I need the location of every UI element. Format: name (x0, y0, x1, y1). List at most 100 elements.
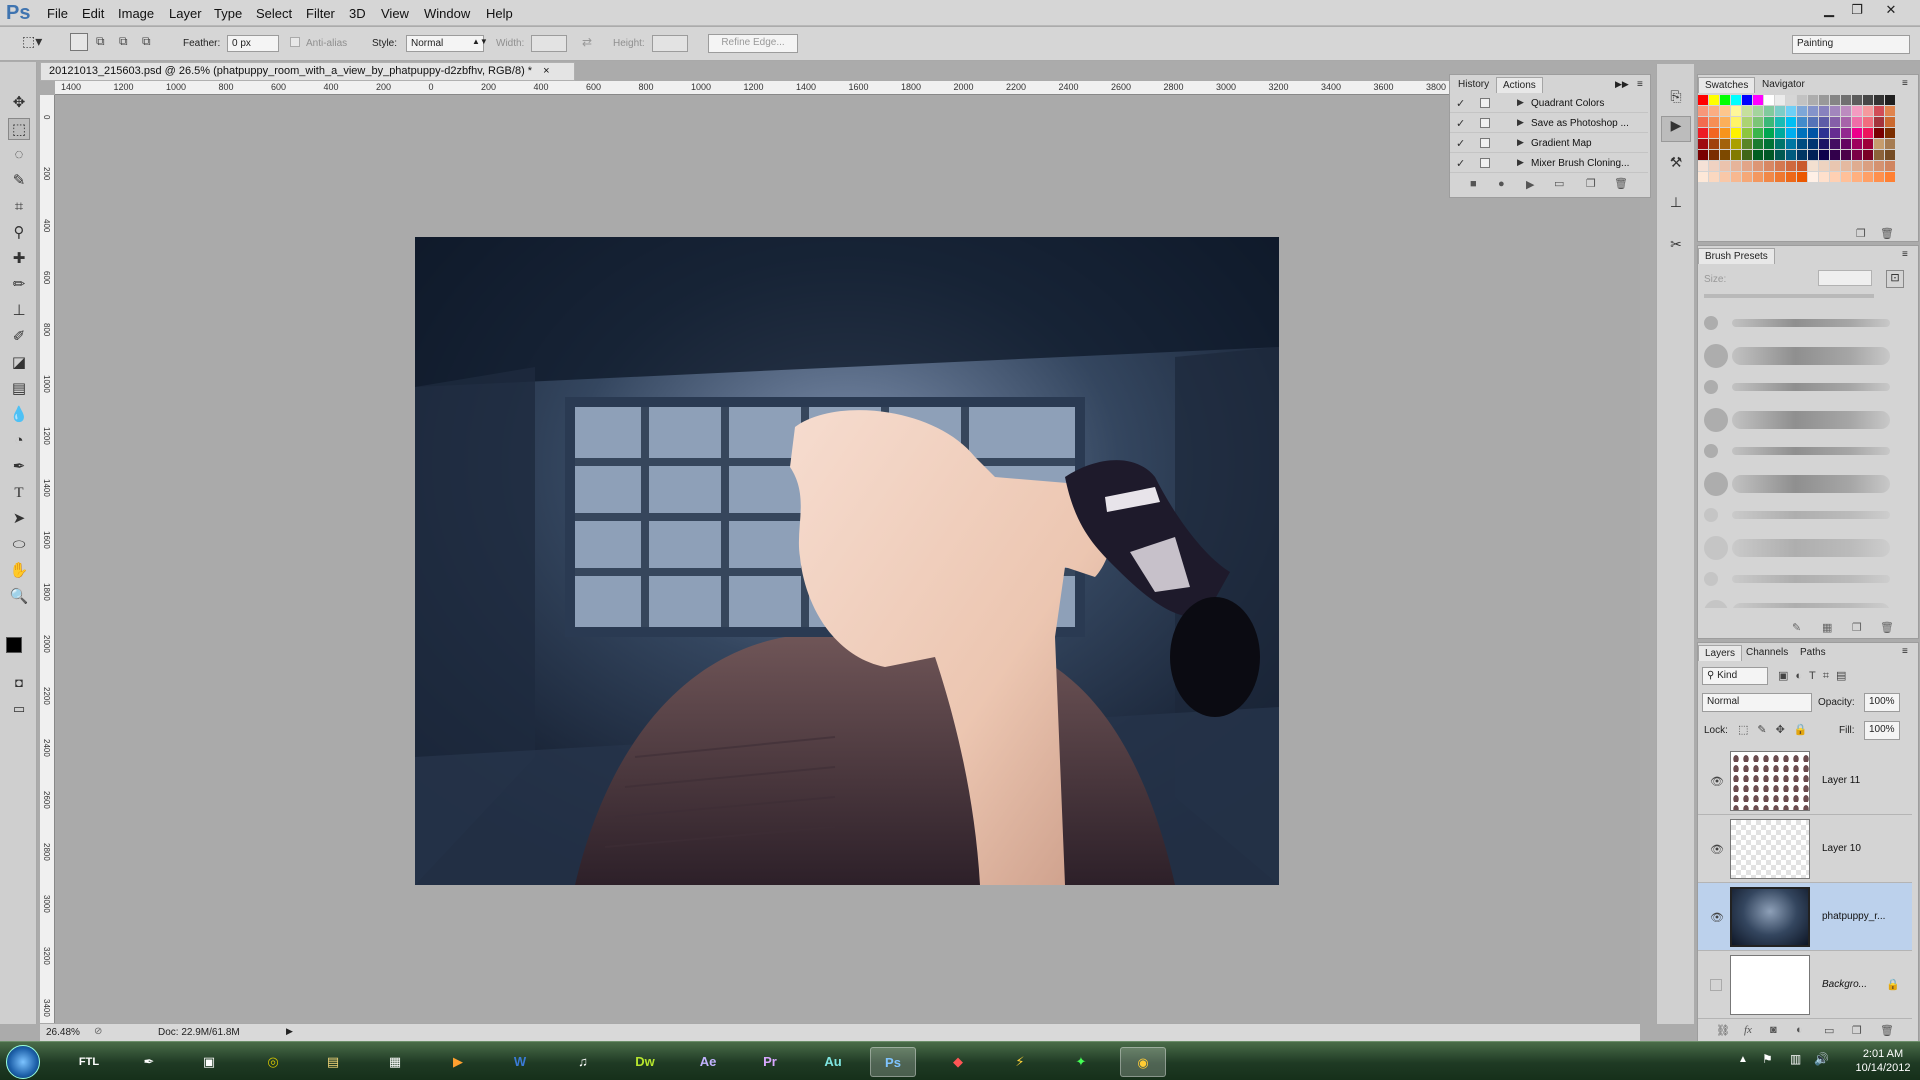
color-swatch[interactable] (1852, 128, 1862, 138)
color-swatch[interactable] (1841, 106, 1851, 116)
color-swatch[interactable] (1797, 161, 1807, 171)
filter-icons[interactable]: ▣◐T⌗▤ (1778, 669, 1853, 683)
color-swatch[interactable] (1841, 95, 1851, 105)
color-swatch[interactable] (1808, 128, 1818, 138)
color-swatch[interactable] (1731, 106, 1741, 116)
color-swatch[interactable] (1753, 150, 1763, 160)
color-swatch[interactable] (1863, 161, 1873, 171)
actions-menu-icon[interactable]: ≡ (1637, 79, 1643, 90)
color-swatch[interactable] (1874, 150, 1884, 160)
color-swatch[interactable] (1841, 117, 1851, 127)
color-swatch[interactable] (1874, 117, 1884, 127)
menu-select[interactable]: Select (256, 6, 292, 21)
color-swatch[interactable] (1852, 150, 1862, 160)
color-swatch[interactable] (1709, 106, 1719, 116)
color-swatch[interactable] (1808, 117, 1818, 127)
color-swatch[interactable] (1698, 150, 1708, 160)
taskbar-media-icon[interactable]: ▶ (435, 1047, 481, 1077)
layer-item-layer-10[interactable]: 👁 Layer 10 (1698, 815, 1912, 883)
swatches-menu-icon[interactable]: ≡ (1902, 78, 1908, 89)
color-swatch[interactable] (1797, 106, 1807, 116)
type-tool-icon[interactable]: T (8, 482, 30, 504)
color-swatch[interactable] (1720, 161, 1730, 171)
expand-arrow-icon[interactable]: ▶ (1517, 117, 1524, 128)
color-swatch[interactable] (1819, 117, 1829, 127)
brush-dock-icon[interactable]: ⚒ (1661, 154, 1691, 180)
color-swatch[interactable] (1808, 106, 1818, 116)
color-swatch[interactable] (1775, 139, 1785, 149)
minimize-icon[interactable]: ▁ (1818, 2, 1840, 20)
color-swatch[interactable] (1731, 128, 1741, 138)
color-swatch[interactable] (1830, 150, 1840, 160)
color-swatch[interactable] (1885, 106, 1895, 116)
menu-filter[interactable]: Filter (306, 6, 335, 21)
action-item-gradient-map[interactable]: ✓ ▶ Gradient Map (1450, 133, 1648, 153)
menu-layer[interactable]: Layer (169, 6, 202, 21)
color-swatch[interactable] (1709, 161, 1719, 171)
color-swatch[interactable] (1841, 139, 1851, 149)
brush-preset[interactable] (1700, 596, 1900, 608)
color-swatch[interactable] (1819, 95, 1829, 105)
visibility-eye-icon[interactable]: 👁 (1710, 843, 1724, 856)
action-item-quadrant-colors[interactable]: ✓ ▶ Quadrant Colors (1450, 93, 1648, 113)
color-swatch[interactable] (1775, 150, 1785, 160)
marquee-tool-icon[interactable]: ⬚ (8, 118, 30, 140)
color-swatch[interactable] (1786, 128, 1796, 138)
color-swatch[interactable] (1786, 172, 1796, 182)
color-swatch[interactable] (1764, 128, 1774, 138)
color-swatch[interactable] (1720, 139, 1730, 149)
color-swatch[interactable] (1874, 161, 1884, 171)
feather-input[interactable]: 0 px (227, 35, 279, 52)
menu-help[interactable]: Help (486, 6, 513, 21)
color-swatch[interactable] (1720, 172, 1730, 182)
foreground-color-swatch[interactable] (6, 637, 22, 653)
taskbar-premiere[interactable]: Pr (747, 1047, 793, 1077)
toggle-brush-icon[interactable]: ✎ (1792, 621, 1801, 634)
color-swatch[interactable] (1764, 139, 1774, 149)
menu-type[interactable]: Type (214, 6, 242, 21)
taskbar-after-effects[interactable]: Ae (685, 1047, 731, 1077)
color-swatch[interactable] (1885, 139, 1895, 149)
color-swatch[interactable] (1731, 117, 1741, 127)
color-swatch[interactable] (1852, 161, 1862, 171)
color-swatch[interactable] (1731, 161, 1741, 171)
link-layers-icon[interactable]: ⛓ (1716, 1024, 1730, 1037)
menu-file[interactable]: File (47, 6, 68, 21)
color-swatch[interactable] (1885, 128, 1895, 138)
color-swatch[interactable] (1742, 95, 1752, 105)
color-swatch[interactable] (1885, 95, 1895, 105)
color-swatch[interactable] (1874, 139, 1884, 149)
color-swatch[interactable] (1698, 161, 1708, 171)
color-swatch[interactable] (1808, 172, 1818, 182)
tab-navigator[interactable]: Navigator (1756, 77, 1811, 92)
ellipse-tool-icon[interactable]: ⬭ (8, 534, 30, 556)
new-layer-icon[interactable]: ❐ (1852, 1024, 1862, 1037)
color-swatch[interactable] (1753, 139, 1763, 149)
color-swatch[interactable] (1797, 139, 1807, 149)
color-swatch[interactable] (1786, 95, 1796, 105)
color-swatch[interactable] (1874, 106, 1884, 116)
color-swatch[interactable] (1830, 139, 1840, 149)
layers-menu-icon[interactable]: ≡ (1902, 646, 1908, 657)
color-swatch[interactable] (1753, 161, 1763, 171)
brush-size-input[interactable] (1818, 270, 1872, 286)
color-swatch[interactable] (1863, 106, 1873, 116)
tab-channels[interactable]: Channels (1740, 645, 1794, 660)
action-check-icon[interactable]: ✓ (1456, 117, 1465, 130)
layer-item-background[interactable]: Backgro... 🔒 (1698, 951, 1912, 1019)
color-swatch[interactable] (1819, 106, 1829, 116)
color-swatch[interactable] (1797, 117, 1807, 127)
tool-presets-dock-icon[interactable]: ✂ (1661, 236, 1691, 262)
brush-preset[interactable] (1700, 308, 1900, 338)
color-swatch[interactable] (1742, 117, 1752, 127)
menu-view[interactable]: View (381, 6, 409, 21)
status-info-icon[interactable]: ⊘ (94, 1026, 102, 1037)
color-swatch[interactable] (1753, 128, 1763, 138)
expand-arrow-icon[interactable]: ▶ (1517, 157, 1524, 168)
color-swatch[interactable] (1775, 95, 1785, 105)
color-swatch[interactable] (1775, 161, 1785, 171)
opacity-input[interactable]: 100% (1864, 693, 1900, 712)
lock-icons[interactable]: ⬚✎✥🔒 (1738, 723, 1817, 736)
color-swatch[interactable] (1731, 95, 1741, 105)
color-swatch[interactable] (1852, 117, 1862, 127)
